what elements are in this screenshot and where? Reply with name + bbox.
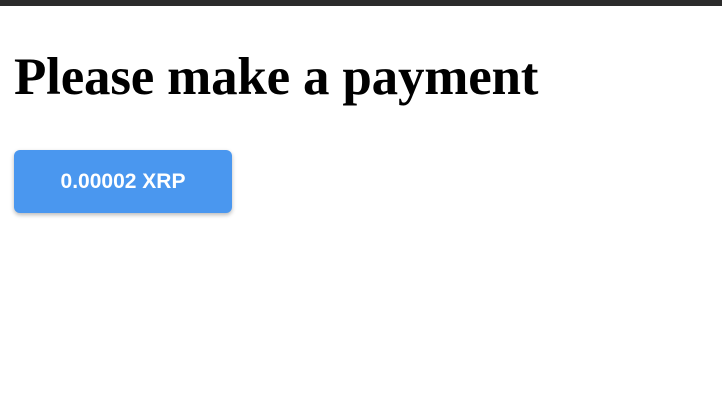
main-content: Please make a payment 0.00002 XRP (14, 44, 539, 213)
browser-top-bar (0, 0, 722, 6)
page-title: Please make a payment (14, 48, 539, 106)
pay-xrp-button[interactable]: 0.00002 XRP (14, 150, 232, 213)
